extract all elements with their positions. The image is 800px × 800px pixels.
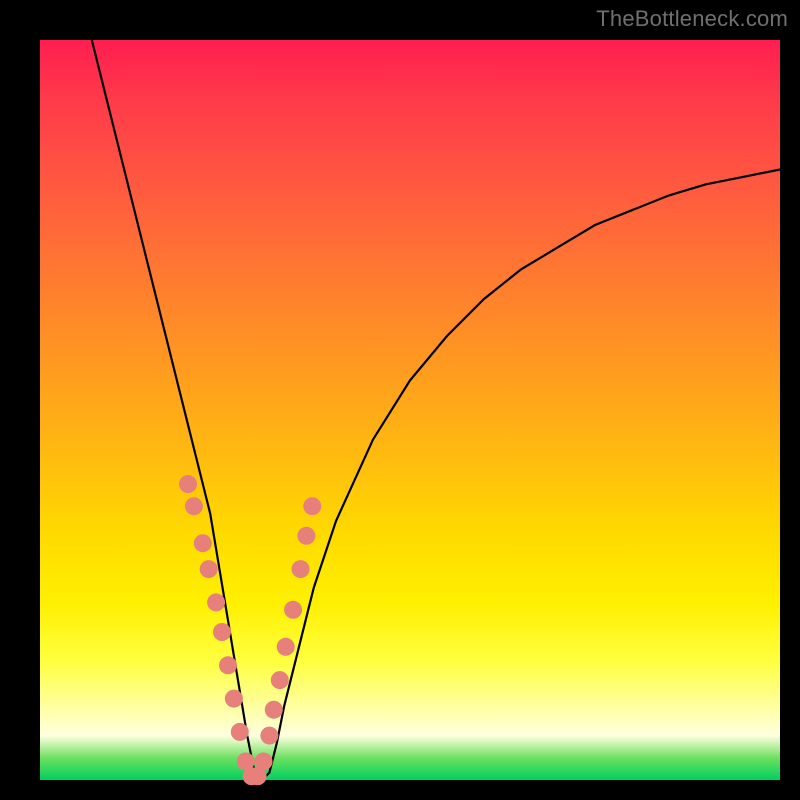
highlight-dot [207, 593, 225, 611]
highlight-dot [271, 671, 289, 689]
highlight-dot [260, 727, 278, 745]
highlight-dot [297, 527, 315, 545]
highlight-dot [200, 560, 218, 578]
highlight-dot [194, 534, 212, 552]
watermark-text: TheBottleneck.com [596, 6, 788, 32]
highlight-dot [179, 475, 197, 493]
highlight-dots [179, 475, 321, 785]
highlight-dot [277, 638, 295, 656]
plot-area [40, 40, 780, 780]
bottleneck-curve [92, 40, 780, 780]
highlight-dot [303, 497, 321, 515]
chart-frame: TheBottleneck.com [0, 0, 800, 800]
highlight-dot [185, 497, 203, 515]
highlight-dot [219, 656, 237, 674]
chart-svg [40, 40, 780, 780]
highlight-dot [265, 701, 283, 719]
highlight-dot [231, 723, 249, 741]
highlight-dot [292, 560, 310, 578]
highlight-dot [213, 623, 231, 641]
highlight-dot [284, 601, 302, 619]
highlight-dot [225, 690, 243, 708]
highlight-dot [255, 753, 273, 771]
